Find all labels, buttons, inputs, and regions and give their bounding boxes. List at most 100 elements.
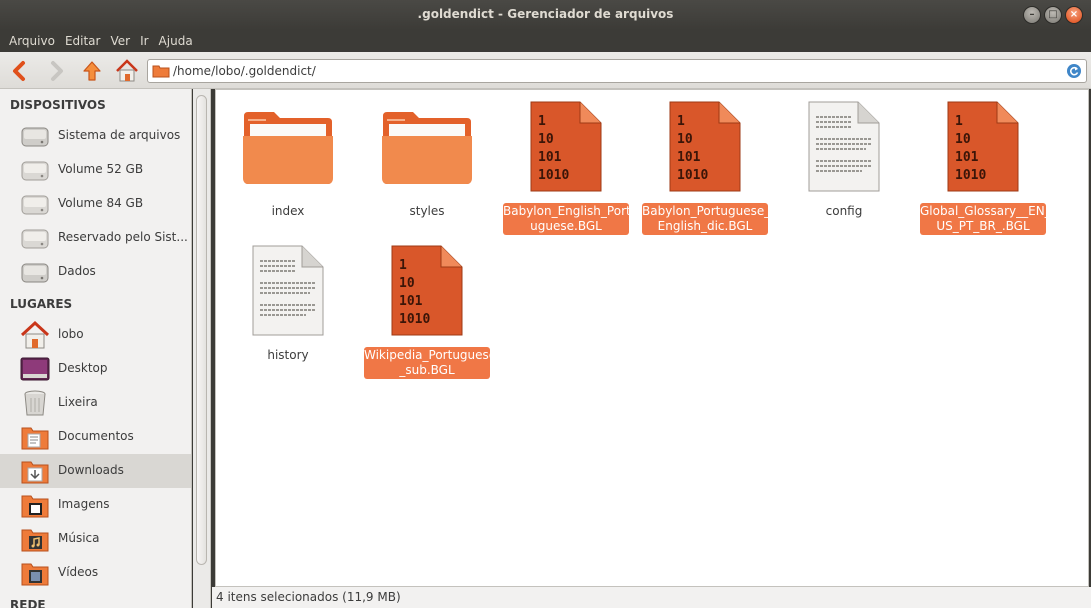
sidebar-item-label: Reservado pelo Sist... [58,230,188,244]
sidebar-item-imagens[interactable]: Imagens [0,488,191,522]
music-folder-icon [21,529,49,552]
arrow-right-icon [51,61,63,81]
trash-icon [24,390,46,416]
drive-icon [21,195,49,215]
svg-text:1010: 1010 [677,168,708,183]
sidebar-item-label: Volume 84 GB [58,196,144,210]
folder-icon [382,112,472,184]
file-name: Global_Glossary__EN_ US_PT_BR_.BGL [920,203,1051,235]
binary-file-icon: 1 10 101 1010 [530,101,602,192]
file-item-styles[interactable]: styles [357,98,497,228]
sidebar-item-documentos[interactable]: Documentos [0,420,191,454]
sidebar-item-videos[interactable]: Vídeos [0,556,191,590]
svg-text:1: 1 [677,114,685,129]
file-item-wikipedia-portuguese[interactable]: 1 10 101 1010 Wikipedia_Portuguese _sub.… [357,242,497,382]
sidebar-section-network: REDE [10,598,46,608]
up-button[interactable] [78,57,106,85]
file-item-babylon-portuguese-english[interactable]: 1 10 101 1010 Babylon_Portuguese_ Englis… [635,98,775,238]
sidebar-item-label: lobo [58,327,84,341]
forward-button[interactable] [43,57,71,85]
binary-file-icon: 1 10 101 1010 [669,101,741,192]
file-item-babylon-english-portuguese[interactable]: 1 10 101 1010 Babylon_English_Port ugues… [496,98,636,238]
minimize-button[interactable]: – [1023,6,1041,24]
videos-folder-icon [21,563,49,586]
file-name: index [271,204,305,218]
window-title: .goldendict - Gerenciador de arquivos [417,7,674,21]
sidebar-item-downloads[interactable]: Downloads [0,454,191,488]
menu-ajuda[interactable]: Ajuda [154,34,198,48]
home-button[interactable] [113,57,141,85]
sidebar-section-places: LUGARES [10,297,73,311]
reload-icon[interactable] [1066,63,1082,79]
sidebar-item-dados[interactable]: Dados [0,255,191,289]
location-bar[interactable]: /home/lobo/.goldendict/ [147,59,1087,83]
home-icon [20,320,50,349]
menu-ir[interactable]: Ir [135,34,153,48]
sidebar-item-lobo[interactable]: lobo [0,318,191,352]
folder-icon [243,112,333,184]
svg-text:1: 1 [538,114,546,129]
sidebar-item-lixeira[interactable]: Lixeira [0,386,191,420]
svg-text:101: 101 [399,294,423,309]
sidebar-item-volume-84[interactable]: Volume 84 GB [0,187,191,221]
sidebar-item-sistema-de-arquivos[interactable]: Sistema de arquivos [0,119,191,153]
drive-icon [21,263,49,283]
file-item-history[interactable]: history [218,242,358,372]
svg-text:1010: 1010 [955,168,986,183]
file-name: config [825,204,863,218]
text-file-icon [252,245,324,336]
binary-file-icon: 1 10 101 1010 [947,101,1019,192]
svg-text:1010: 1010 [538,168,569,183]
svg-text:1010: 1010 [399,312,430,327]
drive-icon [21,161,49,181]
file-view: index styles 1 10 101 1010 Babylon_Engli… [215,89,1089,587]
sidebar-item-volume-52[interactable]: Volume 52 GB [0,153,191,187]
arrow-up-icon [83,61,101,81]
sidebar: DISPOSITIVOS Sistema de arquivos Volume … [0,89,192,608]
binary-file-icon: 1 10 101 1010 [391,245,463,336]
maximize-button[interactable]: □ [1044,6,1062,24]
back-button[interactable] [5,57,33,85]
home-icon [116,59,138,82]
text-file-icon [808,101,880,192]
sidebar-item-musica[interactable]: Música [0,522,191,556]
menu-arquivo[interactable]: Arquivo [4,34,60,48]
file-name: Babylon_Portuguese_ English_dic.BGL [642,203,771,235]
scrollbar-thumb[interactable] [196,95,207,565]
sidebar-item-label: Volume 52 GB [58,162,144,176]
drive-icon [21,127,49,147]
sidebar-item-label: Vídeos [58,565,99,579]
menu-ver[interactable]: Ver [105,34,135,48]
sidebar-item-label: Documentos [58,429,134,443]
file-item-index[interactable]: index [218,98,358,228]
svg-text:1: 1 [399,258,407,273]
toolbar: /home/lobo/.goldendict/ [0,52,1091,89]
close-button[interactable]: × [1065,6,1083,24]
location-path: /home/lobo/.goldendict/ [173,64,316,78]
sidebar-scrollbar[interactable] [193,89,211,608]
downloads-folder-icon [21,461,49,484]
file-item-config[interactable]: config [774,98,914,228]
pictures-folder-icon [21,495,49,518]
sidebar-item-desktop[interactable]: Desktop [0,352,191,386]
drive-icon [21,229,49,249]
sidebar-item-label: Lixeira [58,395,98,409]
file-name: Babylon_English_Port uguese.BGL [503,203,631,235]
file-name: styles [409,204,445,218]
svg-text:10: 10 [538,132,554,147]
sidebar-item-label: Dados [58,264,96,278]
sidebar-item-label: Downloads [58,463,124,477]
sidebar-item-label: Sistema de arquivos [58,128,181,142]
file-name: Wikipedia_Portuguese _sub.BGL [364,347,497,379]
sidebar-item-label: Música [58,531,100,545]
sidebar-item-reservado[interactable]: Reservado pelo Sist... [0,221,191,255]
file-item-global-glossary[interactable]: 1 10 101 1010 Global_Glossary__EN_ US_PT… [913,98,1053,238]
svg-text:10: 10 [399,276,415,291]
arrow-left-icon [13,61,25,81]
svg-text:101: 101 [677,150,701,165]
sidebar-item-label: Imagens [58,497,110,511]
svg-text:101: 101 [538,150,562,165]
menu-editar[interactable]: Editar [60,34,106,48]
svg-text:10: 10 [677,132,693,147]
file-name: history [267,348,309,362]
